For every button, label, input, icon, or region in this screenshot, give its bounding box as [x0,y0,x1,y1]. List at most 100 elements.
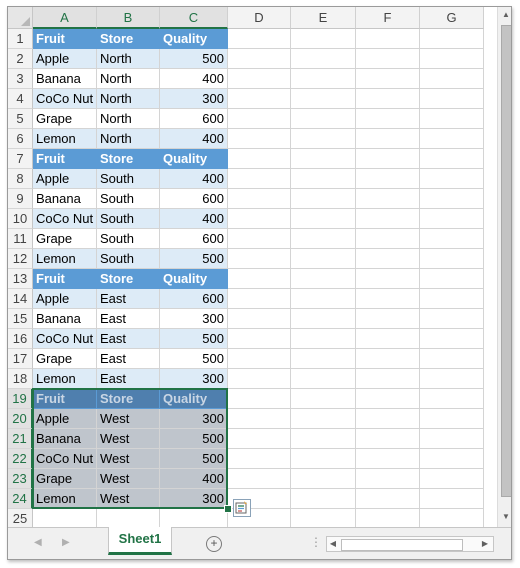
cell-d6[interactable] [228,129,291,149]
row-header[interactable]: 19 [8,389,33,409]
cell-c6[interactable]: 400 [160,129,228,149]
cell-a11[interactable]: Grape [33,229,97,249]
cell-a6[interactable]: Lemon [33,129,97,149]
cell-c14[interactable]: 600 [160,289,228,309]
cell-f14[interactable] [356,289,420,309]
cell-b4[interactable]: North [97,89,160,109]
cell-a20[interactable]: Apple [33,409,97,429]
cell-g20[interactable] [420,409,484,429]
cell-d10[interactable] [228,209,291,229]
column-header-a[interactable]: A [33,7,97,29]
cell-b20[interactable]: West [97,409,160,429]
cell-a16[interactable]: CoCo Nut [33,329,97,349]
cell-e19[interactable] [291,389,356,409]
cell-g7[interactable] [420,149,484,169]
row-header[interactable]: 22 [8,449,33,469]
cell-a1[interactable]: Fruit [33,29,97,49]
cell-e20[interactable] [291,409,356,429]
cell-f6[interactable] [356,129,420,149]
cell-b16[interactable]: East [97,329,160,349]
cell-g2[interactable] [420,49,484,69]
cell-a23[interactable]: Grape [33,469,97,489]
cell-c4[interactable]: 300 [160,89,228,109]
cell-g9[interactable] [420,189,484,209]
cell-d2[interactable] [228,49,291,69]
cell-d12[interactable] [228,249,291,269]
cell-d11[interactable] [228,229,291,249]
cell-a22[interactable]: CoCo Nut [33,449,97,469]
cell-d22[interactable] [228,449,291,469]
cell-g17[interactable] [420,349,484,369]
spreadsheet-grid[interactable]: A B C D E F G 1 Fruit Store Quality 2 Apple North 500 3… [8,7,497,527]
cell-b10[interactable]: South [97,209,160,229]
row-header[interactable]: 21 [8,429,33,449]
cell-f18[interactable] [356,369,420,389]
cell-a24[interactable]: Lemon [33,489,97,509]
cell-d21[interactable] [228,429,291,449]
cell-d8[interactable] [228,169,291,189]
cell-d9[interactable] [228,189,291,209]
cell-b23[interactable]: West [97,469,160,489]
cell-a17[interactable]: Grape [33,349,97,369]
row-header[interactable]: 8 [8,169,33,189]
cell-a19[interactable]: Fruit [33,389,97,409]
cell-g12[interactable] [420,249,484,269]
cell-b21[interactable]: West [97,429,160,449]
scroll-up-icon[interactable]: ▲ [498,7,511,23]
cell-d5[interactable] [228,109,291,129]
cell-d1[interactable] [228,29,291,49]
cell-b6[interactable]: North [97,129,160,149]
cell-d3[interactable] [228,69,291,89]
cell-g15[interactable] [420,309,484,329]
cell-g21[interactable] [420,429,484,449]
cell-b14[interactable]: East [97,289,160,309]
cell-f16[interactable] [356,329,420,349]
cell-e25[interactable] [291,509,356,527]
cell-b13[interactable]: Store [97,269,160,289]
cell-a21[interactable]: Banana [33,429,97,449]
cell-c16[interactable]: 500 [160,329,228,349]
cell-g23[interactable] [420,469,484,489]
tab-sheet1[interactable]: Sheet1 [108,527,172,555]
row-header[interactable]: 4 [8,89,33,109]
cell-f22[interactable] [356,449,420,469]
cell-a10[interactable]: CoCo Nut [33,209,97,229]
cell-c2[interactable]: 500 [160,49,228,69]
cell-f10[interactable] [356,209,420,229]
cell-a14[interactable]: Apple [33,289,97,309]
cell-e6[interactable] [291,129,356,149]
cell-f13[interactable] [356,269,420,289]
row-header[interactable]: 3 [8,69,33,89]
row-header[interactable]: 6 [8,129,33,149]
select-all-corner[interactable] [8,7,33,29]
cell-c11[interactable]: 600 [160,229,228,249]
cell-d13[interactable] [228,269,291,289]
cell-f23[interactable] [356,469,420,489]
fill-handle[interactable] [224,505,232,513]
cell-b24[interactable]: West [97,489,160,509]
cell-f19[interactable] [356,389,420,409]
cell-e15[interactable] [291,309,356,329]
cell-e8[interactable] [291,169,356,189]
cell-b3[interactable]: North [97,69,160,89]
row-header[interactable]: 2 [8,49,33,69]
cell-b2[interactable]: North [97,49,160,69]
scroll-right-icon[interactable]: ▶ [479,536,491,552]
cell-c10[interactable]: 400 [160,209,228,229]
cell-g13[interactable] [420,269,484,289]
cell-f17[interactable] [356,349,420,369]
scroll-down-icon[interactable]: ▼ [498,509,511,525]
scroll-left-icon[interactable]: ◀ [327,536,339,552]
cell-f24[interactable] [356,489,420,509]
cell-e14[interactable] [291,289,356,309]
cell-g22[interactable] [420,449,484,469]
cell-c1[interactable]: Quality [160,29,228,49]
column-header-b[interactable]: B [97,7,160,29]
cell-b19[interactable]: Store [97,389,160,409]
cell-e23[interactable] [291,469,356,489]
cell-b1[interactable]: Store [97,29,160,49]
cell-g4[interactable] [420,89,484,109]
cell-g10[interactable] [420,209,484,229]
cell-b17[interactable]: East [97,349,160,369]
cell-e11[interactable] [291,229,356,249]
